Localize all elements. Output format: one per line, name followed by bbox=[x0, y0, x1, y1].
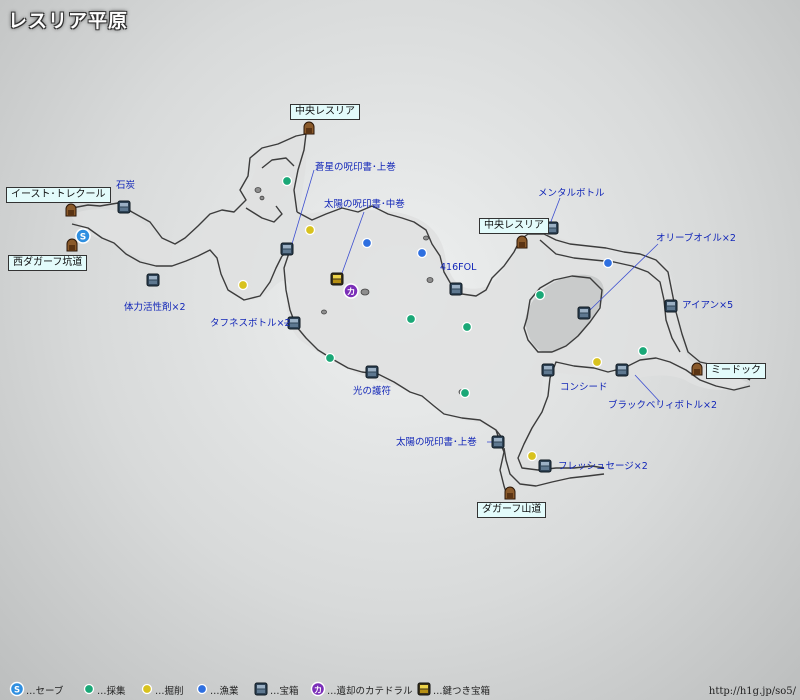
door-icon bbox=[504, 486, 516, 500]
label-olive-oil: オリーブオイル×2 bbox=[656, 233, 736, 244]
fishing-point-icon bbox=[361, 237, 373, 249]
mining-point-icon bbox=[591, 356, 603, 368]
label-blue-star-upper: 蒼星の呪印書･上巻 bbox=[315, 162, 396, 173]
location-dagarf-mountain: ダガーフ山道 bbox=[477, 502, 547, 518]
chest-icon bbox=[117, 200, 131, 214]
chest-icon bbox=[280, 242, 294, 256]
chest-icon bbox=[577, 306, 591, 320]
map-title: レスリア平原 bbox=[8, 10, 129, 32]
forgotten-cathedral-icon: カ bbox=[343, 283, 359, 299]
legend-locked-chest: …鍵つき宝箱 bbox=[433, 686, 491, 697]
legend-chest: …宝箱 bbox=[270, 686, 299, 697]
chest-icon bbox=[664, 299, 678, 313]
label-light-amulet: 光の護符 bbox=[353, 386, 392, 397]
save-point-icon: S bbox=[75, 228, 91, 244]
mining-point-icon bbox=[304, 224, 316, 236]
gather-point-icon bbox=[324, 352, 336, 364]
label-coal: 石炭 bbox=[116, 180, 136, 191]
mining-point-icon bbox=[526, 450, 538, 462]
door-icon bbox=[516, 235, 528, 249]
label-sun-upper: 太陽の呪印書･上巻 bbox=[396, 437, 477, 448]
location-central-resria-east: 中央レスリア bbox=[479, 218, 549, 234]
gather-point-icon bbox=[461, 321, 473, 333]
chest-icon bbox=[449, 282, 463, 296]
label-consider: コンシード bbox=[560, 382, 608, 393]
chest-icon bbox=[615, 363, 629, 377]
door-icon bbox=[65, 203, 77, 217]
svg-text:カ: カ bbox=[347, 288, 356, 298]
chest-icon bbox=[365, 365, 379, 379]
legend-save: …セーブ bbox=[26, 686, 64, 697]
legend-mining: …掘削 bbox=[155, 686, 184, 697]
source-url: http://h1g.jp/so5/ bbox=[708, 686, 796, 697]
door-icon bbox=[691, 362, 703, 376]
label-tafness-bottle: タフネスボトル×2 bbox=[210, 318, 291, 329]
label-mental-bottle: メンタルボトル bbox=[538, 188, 605, 199]
legend: …セーブ …採集 …掘削 …漁業 …宝箱 …遺却のカテドラル …鍵つき宝箱 bbox=[0, 680, 520, 700]
location-west-dagarf-mine: 西ダガーフ坑道 bbox=[8, 255, 88, 271]
location-east-torecool: イースト･トレクール bbox=[6, 187, 111, 203]
door-icon bbox=[303, 121, 315, 135]
gather-point-icon bbox=[459, 387, 471, 399]
label-fresh-sage: フレッシュセージ×2 bbox=[558, 461, 648, 472]
map-terrain: S カ S カ bbox=[9, 121, 751, 697]
gather-point-icon bbox=[281, 175, 293, 187]
chest-icon bbox=[541, 363, 555, 377]
legend-gather: …採集 bbox=[97, 686, 126, 697]
legend-cathedral: …遺却のカテドラル bbox=[327, 686, 413, 697]
chest-icon bbox=[146, 273, 160, 287]
label-vitality-potion: 体力活性剤×2 bbox=[124, 302, 186, 313]
fishing-point-icon bbox=[602, 257, 614, 269]
location-meedock: ミードック bbox=[706, 363, 766, 379]
gather-point-icon bbox=[637, 345, 649, 357]
chest-icon bbox=[491, 435, 505, 449]
location-central-resria-north: 中央レスリア bbox=[290, 104, 360, 120]
mining-point-icon bbox=[237, 279, 249, 291]
legend-fishing: …漁業 bbox=[210, 686, 239, 697]
fishing-point-icon bbox=[416, 247, 428, 259]
svg-text:S: S bbox=[80, 233, 86, 243]
label-iron: アイアン×5 bbox=[682, 300, 734, 311]
label-sun-middle: 太陽の呪印書･中巻 bbox=[324, 199, 405, 210]
label-blackberry-bottle: ブラックベリィボトル×2 bbox=[608, 400, 718, 411]
chest-icon bbox=[538, 459, 552, 473]
door-icon bbox=[66, 238, 78, 252]
locked-chest-icon bbox=[330, 272, 344, 286]
label-416fol: 416FOL bbox=[440, 262, 477, 273]
gather-point-icon bbox=[534, 289, 546, 301]
gather-point-icon bbox=[405, 313, 417, 325]
